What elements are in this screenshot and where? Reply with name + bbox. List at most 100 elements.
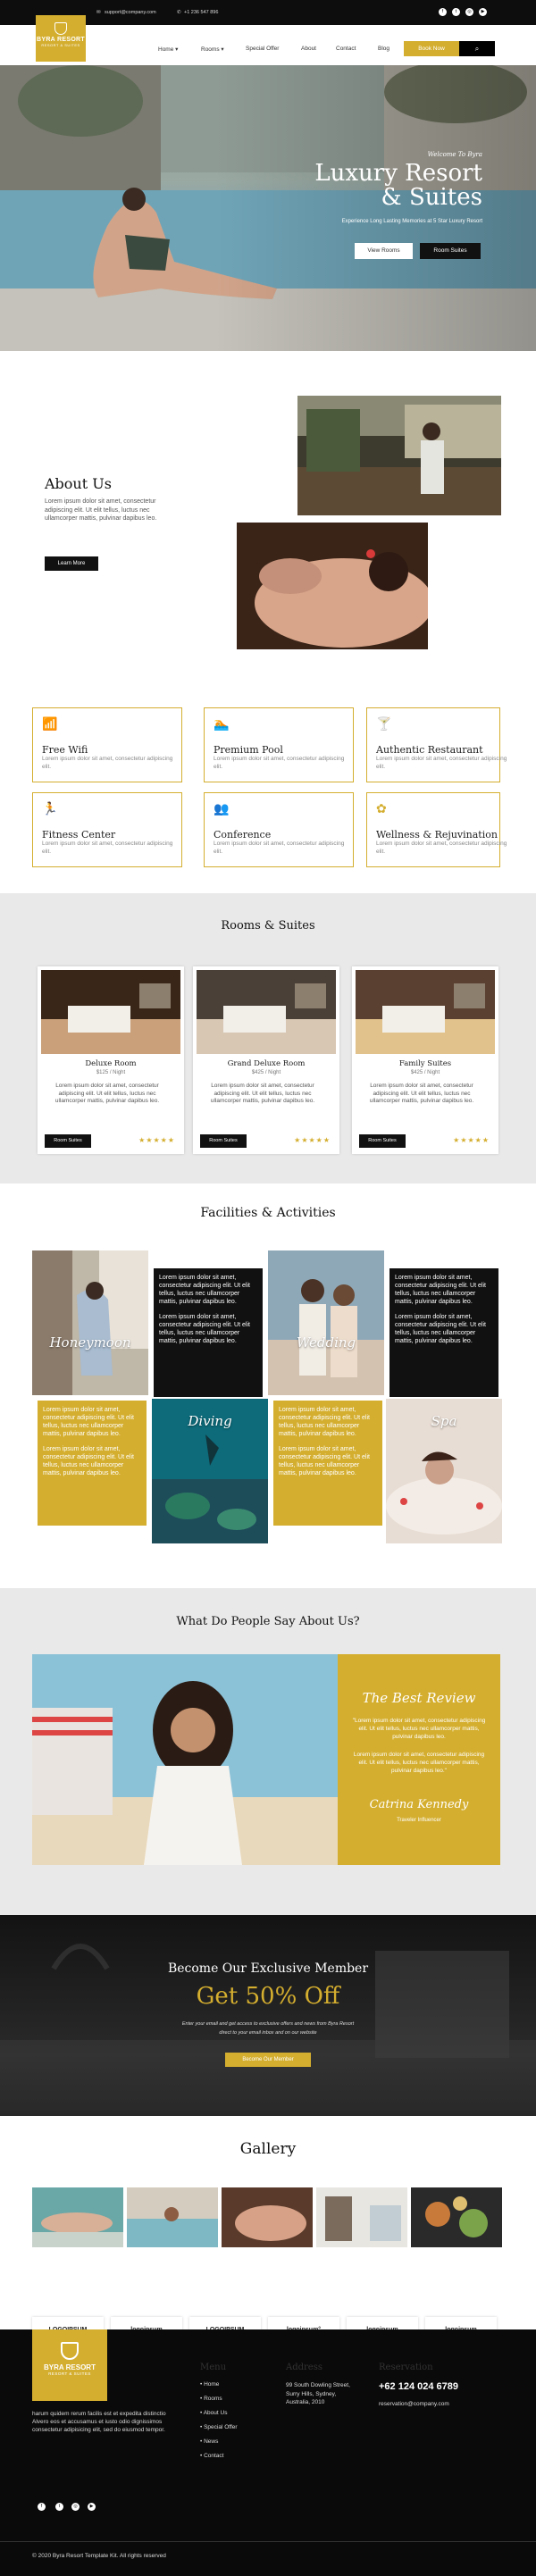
honeymoon-image: [32, 1250, 148, 1395]
search-button[interactable]: ⌕: [459, 41, 495, 56]
rating-stars: ★★★★★: [138, 1136, 175, 1144]
feature-title: Fitness Center: [42, 829, 116, 841]
room-desc: Lorem ipsum dolor sit amet, consectetur …: [54, 1083, 160, 1104]
wifi-icon: 📶: [42, 716, 58, 731]
room-card[interactable]: Family Suites $425 / Night Lorem ipsum dol…: [352, 966, 498, 1154]
footer-phone[interactable]: +62 124 024 6789: [379, 2381, 458, 2392]
phone-icon: ✆: [177, 10, 181, 15]
rooms-title: Rooms & Suites: [221, 919, 315, 933]
footer-about: harum quidem rerum facilis est et expedi…: [32, 2411, 166, 2433]
pool-icon: 🏊: [214, 716, 230, 731]
lotus-icon: ✿: [376, 801, 387, 815]
nav-rooms[interactable]: Rooms ▾: [201, 46, 224, 53]
room-name: Family Suites: [398, 1059, 452, 1068]
footer-copyright: © 2020 Byra Resort Template Kit. All rig…: [32, 2553, 166, 2559]
youtube-icon[interactable]: ▶: [479, 8, 487, 16]
become-member-button[interactable]: Become Our Member: [225, 2053, 311, 2067]
footer-logo[interactable]: BYRA RESORT RESORT & SUITES: [32, 2329, 107, 2401]
footer-email[interactable]: reservation@company.com: [379, 2401, 449, 2407]
room-suites-button[interactable]: Room Suites: [420, 243, 481, 259]
gallery-image-3[interactable]: [222, 2187, 313, 2247]
footer-reservation-title: Reservation: [379, 2363, 433, 2372]
twitter-icon[interactable]: t: [452, 8, 460, 16]
facebook-icon[interactable]: f: [38, 2503, 46, 2511]
footer-menu-item[interactable]: • Home: [200, 2381, 219, 2388]
feature-desc: Lorem ipsum dolor sit amet, consectetur …: [42, 841, 173, 855]
youtube-icon[interactable]: ▶: [88, 2503, 96, 2511]
site-logo[interactable]: BYRA RESORT RESORT & SUITES: [36, 15, 86, 62]
room-suites-button[interactable]: Room Suites: [359, 1134, 406, 1148]
room-price: $425 / Night: [251, 1070, 281, 1075]
crest-icon: [61, 2342, 79, 2360]
logo-subtitle: RESORT & SUITES: [41, 43, 80, 47]
room-card[interactable]: Deluxe Room $125 / Night Lorem ipsum dolor…: [38, 966, 184, 1154]
footer-address-title: Address: [286, 2363, 322, 2372]
view-rooms-button[interactable]: View Rooms: [355, 243, 413, 259]
spa-description: Lorem ipsum dolor sit amet, consectetur …: [273, 1401, 382, 1526]
nav-contact[interactable]: Contact: [336, 46, 356, 52]
honeymoon-description: Lorem ipsum dolor sit amet, consectetur …: [154, 1268, 263, 1397]
feature-desc: Lorem ipsum dolor sit amet, consectetur …: [376, 841, 507, 855]
footer-menu-item[interactable]: • News: [200, 2438, 218, 2445]
crest-icon: [54, 22, 67, 35]
feature-desc: Lorem ipsum dolor sit amet, consectetur …: [376, 756, 507, 770]
diving-description: Lorem ipsum dolor sit amet, consectetur …: [38, 1401, 147, 1526]
wedding-image: [268, 1250, 384, 1395]
nav-about[interactable]: About: [301, 46, 316, 52]
member-title: Become Our Exclusive Member: [167, 1961, 369, 1976]
facebook-icon[interactable]: f: [439, 8, 447, 16]
hero-subtitle: Experience Long Lasting Memories at 5 St…: [341, 219, 482, 224]
footer-menu-item[interactable]: • Rooms: [200, 2396, 222, 2402]
cocktail-icon: 🍸: [376, 716, 392, 731]
room-suites-button[interactable]: Room Suites: [200, 1134, 247, 1148]
topbar-email[interactable]: support@company.com: [105, 10, 156, 15]
wedding-description: Lorem ipsum dolor sit amet, consectetur …: [389, 1268, 498, 1397]
review-heading: The Best Review: [362, 1690, 476, 1706]
users-icon: 👥: [214, 801, 230, 815]
topbar-phone[interactable]: +1 236 547 896: [184, 10, 218, 15]
feature-title: Authentic Restaurant: [376, 744, 483, 756]
footer-address: 99 South Dowling Street, Surry Hills, Syd…: [286, 2382, 350, 2405]
feature-desc: Lorem ipsum dolor sit amet, consectetur …: [214, 756, 345, 770]
nav-special-offer[interactable]: Special Offer: [246, 46, 279, 52]
gallery-title: Gallery: [239, 2140, 297, 2158]
footer-menu-item[interactable]: • Contact: [200, 2453, 223, 2459]
footer-menu-item[interactable]: • Special Offer: [200, 2424, 238, 2430]
about-title: About Us: [45, 475, 112, 492]
rating-stars: ★★★★★: [294, 1136, 331, 1144]
footer-menu-item[interactable]: • About Us: [200, 2410, 227, 2416]
running-icon: 🏃: [42, 801, 58, 815]
room-suites-button[interactable]: Room Suites: [45, 1134, 91, 1148]
feature-title: Free Wifi: [42, 744, 88, 756]
instagram-icon[interactable]: ◎: [465, 8, 473, 16]
gallery-image-5[interactable]: [411, 2187, 502, 2247]
nav-blog[interactable]: Blog: [378, 46, 389, 52]
hero: Welcome To Byra Luxury Resort & Suites E…: [0, 65, 536, 351]
spa-label: Spa: [431, 1413, 457, 1429]
review-quote-1: "Lorem ipsum dolor sit amet, consectetur…: [352, 1718, 486, 1740]
gallery-image-4[interactable]: [316, 2187, 407, 2247]
testimonial-title: What Do People Say About Us?: [176, 1615, 360, 1628]
feature-card: 🍸 Authentic Restaurant Lorem ipsum dolor s…: [366, 707, 507, 782]
feature-title: Premium Pool: [214, 744, 283, 756]
feature-title: Wellness & Rejuvination: [376, 829, 498, 841]
learn-more-button[interactable]: Learn More: [45, 556, 98, 571]
twitter-icon[interactable]: t: [55, 2503, 63, 2511]
member-offer: Get 50% Off: [196, 1983, 340, 2010]
instagram-icon[interactable]: ◎: [71, 2503, 80, 2511]
footer-divider: [0, 2541, 536, 2542]
feature-card: 📶 Free Wifi Lorem ipsum dolor sit amet, co…: [32, 707, 182, 782]
honeymoon-label: Honeymoon: [49, 1334, 131, 1351]
hero-title: Luxury Resort & Suites: [314, 160, 482, 211]
feature-card: 👥 Conference Lorem ipsum dolor sit amet, c…: [204, 792, 354, 867]
nav-home[interactable]: Home ▾: [158, 46, 178, 53]
search-icon: ⌕: [474, 45, 480, 53]
review-role: Traveler Influencer: [397, 1818, 441, 1823]
room-card[interactable]: Grand Deluxe Room $425 / Night Lorem ipsum…: [193, 966, 339, 1154]
member-section: [0, 1915, 536, 2116]
about-text: Lorem ipsum dolor sit amet, consectetur …: [45, 498, 157, 522]
about-image-massage: [237, 523, 428, 649]
gallery-image-1[interactable]: [32, 2187, 123, 2247]
gallery-image-2[interactable]: [127, 2187, 218, 2247]
book-now-button[interactable]: Book Now: [404, 41, 459, 56]
